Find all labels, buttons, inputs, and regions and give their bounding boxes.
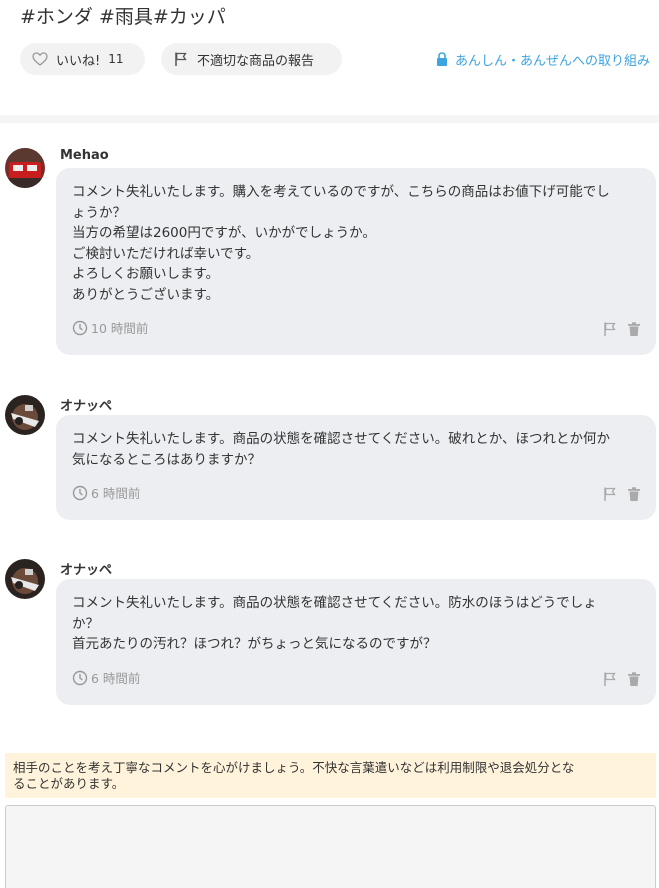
comment-line: ょうか？ <box>72 204 126 221</box>
avatar[interactable] <box>5 395 45 435</box>
comment-text: コメント失礼いたします。商品の状態を確認させてください。防水のほうはどうでしょ … <box>72 593 640 655</box>
notice-line: ることがあります。 <box>13 776 125 791</box>
notice-line: 相手のことを考え丁寧なコメントを心がけましょう。不快な言葉遣いなどは利用制限や退… <box>13 760 575 775</box>
flag-icon[interactable] <box>602 486 618 502</box>
clock-icon <box>72 670 88 686</box>
comment-bubble: コメント失礼いたします。購入を考えているのですが、こちらの商品はお値下げ可能でし… <box>56 168 656 355</box>
avatar[interactable] <box>5 148 45 188</box>
flag-icon <box>173 51 189 67</box>
comment-meta: 10 時間前 <box>72 318 148 337</box>
comment-author[interactable]: オナッペ <box>60 395 112 414</box>
comment-text: コメント失礼いたします。購入を考えているのですが、こちらの商品はお値下げ可能でし… <box>72 182 640 305</box>
comment-line: よろしくお願いします。 <box>72 266 220 282</box>
comment-time: 10 時間前 <box>91 321 149 336</box>
comment-bubble: コメント失礼いたします。商品の状態を確認させてください。防水のほうはどうでしょ … <box>56 579 656 705</box>
comment-guideline-notice: 相手のことを考え丁寧なコメントを心がけましょう。不快な言葉遣いなどは利用制限や退… <box>5 753 656 798</box>
safety-link[interactable]: あんしん・あんぜんへの取り組み <box>435 43 650 75</box>
comment-tools <box>594 486 642 502</box>
comment-text: コメント失礼いたします。商品の状態を確認させてください。破れとか、ほつれとか何か… <box>72 429 640 470</box>
comment-line: ご検討いただければ幸いです。 <box>72 245 260 262</box>
lock-icon <box>435 52 449 66</box>
like-label: いいね! <box>56 53 101 69</box>
item-actions: いいね! 11 不適切な商品の報告 あんしん・あんぜんへの取り組み <box>20 43 650 75</box>
item-tags[interactable]: #ホンダ #雨具#カッパ <box>20 2 226 29</box>
comment-tools <box>594 321 642 337</box>
trash-icon[interactable] <box>626 671 642 687</box>
comment-author[interactable]: Mehao <box>60 148 109 163</box>
comment-input[interactable] <box>5 805 656 888</box>
avatar-motorcycle-icon <box>5 395 45 435</box>
comment-line: 気になるところはありますか？ <box>72 451 261 468</box>
report-button[interactable]: 不適切な商品の報告 <box>161 43 342 75</box>
trash-icon[interactable] <box>626 486 642 502</box>
comment-bubble: コメント失礼いたします。商品の状態を確認させてください。破れとか、ほつれとか何か… <box>56 415 656 520</box>
comment-line: 首元あたりの汚れ？ほつれ？がちょっと気になるのですが？ <box>72 636 437 652</box>
comment-line: ありがとうございます。 <box>72 286 220 303</box>
comment-line: 当方の希望は2600円ですが、いかがでしょうか。 <box>72 225 376 241</box>
clock-icon <box>72 320 88 336</box>
comment-time: 6 時間前 <box>91 486 141 501</box>
section-divider <box>0 115 659 123</box>
trash-icon[interactable] <box>626 321 642 337</box>
avatar-red-car-icon <box>5 148 45 188</box>
flag-icon[interactable] <box>602 321 618 337</box>
comment-meta: 6 時間前 <box>72 668 140 687</box>
comment-time: 6 時間前 <box>91 671 141 686</box>
comment-line: コメント失礼いたします。商品の状態を確認させてください。防水のほうはどうでしょ <box>72 595 597 611</box>
avatar[interactable] <box>5 559 45 599</box>
comment-meta: 6 時間前 <box>72 483 140 502</box>
clock-icon <box>72 485 88 501</box>
comment-line: コメント失礼いたします。商品の状態を確認させてください。破れとか、ほつれとか何か <box>72 431 610 447</box>
safety-label: あんしん・あんぜんへの取り組み <box>454 53 650 69</box>
flag-icon[interactable] <box>602 671 618 687</box>
like-count: 11 <box>108 52 124 66</box>
avatar-motorcycle-icon <box>5 559 45 599</box>
comment-tools <box>594 671 642 687</box>
report-label: 不適切な商品の報告 <box>197 53 315 69</box>
comment-author[interactable]: オナッペ <box>60 559 112 578</box>
like-button[interactable]: いいね! 11 <box>20 43 145 75</box>
comment-line: か？ <box>72 615 99 632</box>
heart-icon <box>32 51 48 67</box>
comment-line: コメント失礼いたします。購入を考えているのですが、こちらの商品はお値下げ可能でし <box>72 184 610 200</box>
